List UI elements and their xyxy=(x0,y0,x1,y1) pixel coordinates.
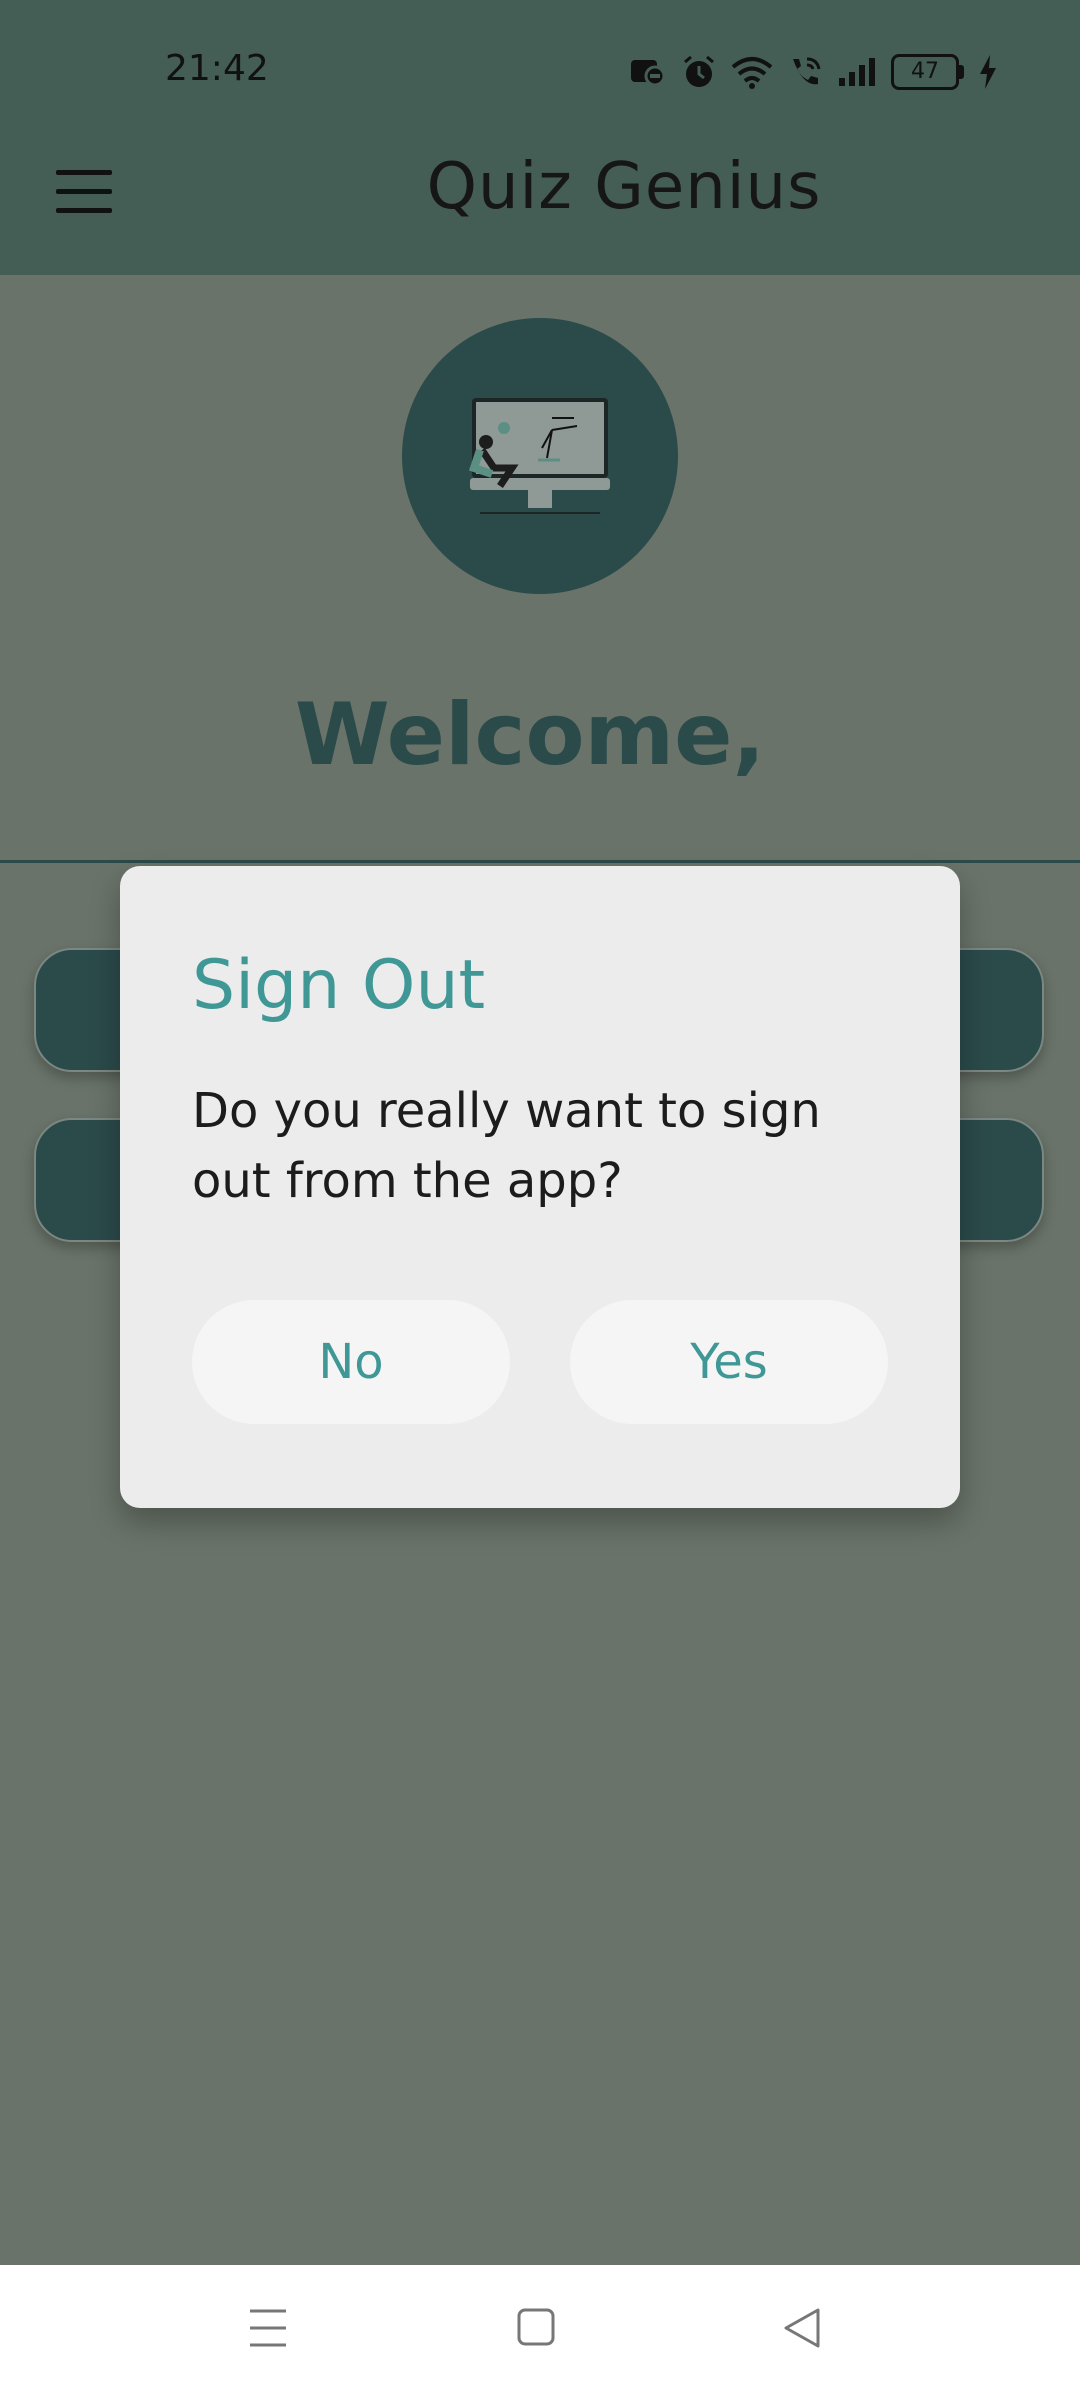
recents-icon[interactable] xyxy=(248,2307,288,2349)
battery-icon: 47 xyxy=(891,54,964,90)
messenger-icon xyxy=(631,60,666,87)
back-icon[interactable] xyxy=(782,2307,822,2349)
wifi-icon xyxy=(731,57,773,89)
dialog-title: Sign Out xyxy=(192,946,486,1025)
quiz-illustration xyxy=(402,318,678,594)
welcome-heading: Welcome, xyxy=(294,685,766,785)
status-icons: 47 xyxy=(629,50,998,94)
app-title: Quiz Genius xyxy=(426,150,822,224)
yes-button[interactable]: Yes xyxy=(570,1300,888,1424)
home-icon[interactable] xyxy=(517,2307,555,2347)
divider xyxy=(0,860,1080,863)
wifi-calling-icon xyxy=(793,57,821,85)
no-button[interactable]: No xyxy=(192,1300,510,1424)
charging-icon xyxy=(980,55,996,89)
status-time: 21:42 xyxy=(165,48,269,89)
system-nav-bar xyxy=(0,2265,1080,2400)
sign-out-dialog: Sign Out Do you really want to sign out … xyxy=(120,866,960,1508)
dialog-message: Do you really want to sign out from the … xyxy=(192,1083,821,1209)
signal-icon xyxy=(839,58,875,86)
status-bar: 21:42 47 xyxy=(0,0,1080,145)
battery-level: 47 xyxy=(891,54,959,90)
alarm-icon xyxy=(684,55,714,87)
